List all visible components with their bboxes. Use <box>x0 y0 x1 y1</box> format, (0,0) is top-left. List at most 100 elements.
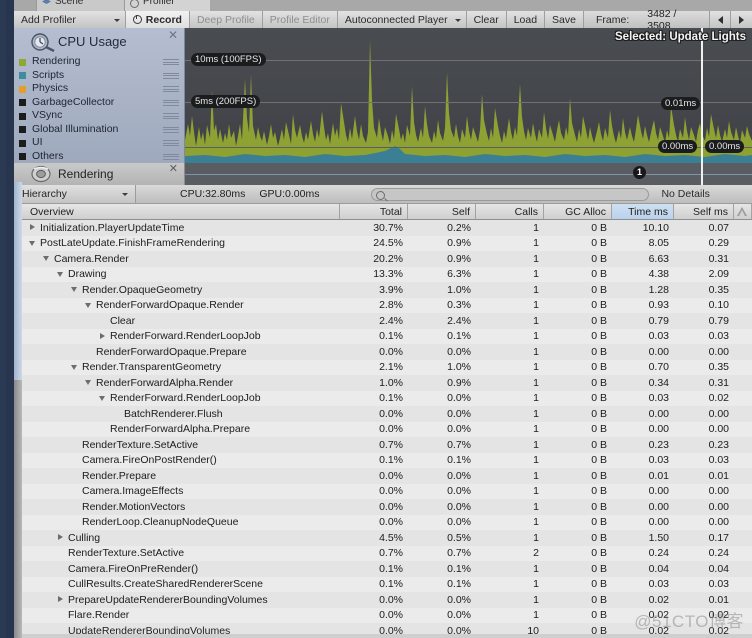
chevron-right-icon[interactable] <box>56 595 65 604</box>
chevron-down-icon[interactable] <box>98 394 107 403</box>
save-button[interactable]: Save <box>545 11 584 28</box>
table-row[interactable]: Camera.Render 20.2% 0.9% 1 0 B 6.63 0.31 <box>22 251 752 267</box>
chevron-right-icon[interactable] <box>56 533 65 542</box>
table-row[interactable]: RenderForwardAlpha.Prepare 0.0% 0.0% 1 0 B 0.… <box>22 421 752 437</box>
table-column-header-warn[interactable] <box>734 204 752 219</box>
row-self-cell: 0.2% <box>447 221 471 234</box>
row-calls-cell: 1 <box>533 454 539 467</box>
table-row[interactable]: RenderForwardOpaque.Prepare 0.0% 0.0% 1 0 B 0… <box>22 344 752 360</box>
add-profiler-dropdown[interactable]: Add Profiler <box>14 11 126 28</box>
legend-item-label: Rendering <box>32 55 81 67</box>
search-field[interactable] <box>371 187 650 201</box>
deep-profile-button[interactable]: Deep Profile <box>189 11 263 28</box>
prev-frame-button[interactable] <box>708 11 731 28</box>
legend-drag-handle-icon[interactable] <box>163 153 179 160</box>
chevron-down-icon[interactable] <box>84 301 93 310</box>
connection-dropdown[interactable]: Autoconnected Player <box>337 11 467 28</box>
legend-item[interactable]: Rendering <box>14 55 184 69</box>
view-mode-dropdown[interactable]: Hierarchy <box>14 185 136 203</box>
frame-cursor-line[interactable] <box>701 28 703 163</box>
table-row[interactable]: RenderTexture.SetActive 0.7% 0.7% 2 0 B 0.24 0… <box>22 545 752 561</box>
legend-item[interactable]: Global Illumination <box>14 123 184 137</box>
table-row[interactable]: PostLateUpdate.FinishFrameRendering 24.5%… <box>22 235 752 252</box>
record-button[interactable]: Record <box>125 11 190 28</box>
legend-drag-handle-icon[interactable] <box>163 99 179 106</box>
row-gc-cell: 0 B <box>591 330 607 343</box>
table-row[interactable]: BatchRenderer.Flush 0.0% 0.0% 1 0 B 0.00 0.00 <box>22 406 752 422</box>
legend-drag-handle-icon[interactable] <box>163 140 179 146</box>
chevron-down-icon[interactable] <box>56 270 65 279</box>
clear-button[interactable]: Clear <box>466 11 507 28</box>
table-row[interactable]: RenderForward.RenderLoopJob 0.1% 0.0% 1 0 B 0… <box>22 390 752 406</box>
row-name-cell: Camera.FireOnPostRender() <box>22 453 340 469</box>
table-row[interactable]: Render.TransparentGeometry 2.1% 1.0% 1 0 B 0.… <box>22 359 752 375</box>
row-gc-cell: 0 B <box>591 361 607 374</box>
legend-drag-handle-icon[interactable] <box>163 59 179 65</box>
row-time-cell: 0.01 <box>648 469 669 482</box>
table-row[interactable]: PrepareUpdateRendererBoundingVolumes 0.0%… <box>22 592 752 608</box>
close-icon[interactable]: ✕ <box>169 163 178 175</box>
table-row[interactable]: Render.OpaqueGeometry 3.9% 1.0% 1 0 B 1.28 0.3… <box>22 282 752 298</box>
table-row[interactable]: Render.Prepare 0.0% 0.0% 1 0 B 0.01 0.01 <box>22 468 752 484</box>
chevron-down-icon[interactable] <box>42 254 51 263</box>
legend-item[interactable]: Physics <box>14 82 184 96</box>
row-gc-cell: 0 B <box>591 268 607 281</box>
table-row[interactable]: RenderForwardAlpha.Render 1.0% 0.9% 1 0 B 0.3… <box>22 375 752 391</box>
load-button[interactable]: Load <box>506 11 546 28</box>
row-gc-cell: 0 B <box>591 485 607 498</box>
row-name-cell: BatchRenderer.Flush <box>22 406 340 422</box>
table-column-header-gc[interactable]: GC Alloc <box>544 204 612 219</box>
next-frame-button[interactable] <box>730 11 752 28</box>
legend-item-label: VSync <box>32 109 63 121</box>
chevron-down-icon[interactable] <box>70 285 79 294</box>
chevron-down-icon[interactable] <box>28 239 37 248</box>
row-warning-cell <box>734 344 752 360</box>
table-row[interactable]: Flare.Render 0.0% 0.0% 1 0 B 0.02 0.02 <box>22 607 752 623</box>
chevron-down-icon[interactable] <box>84 378 93 387</box>
legend-item[interactable]: GarbageCollector <box>14 96 184 110</box>
chevron-down-icon[interactable] <box>70 363 79 372</box>
row-self-cell: 0.1% <box>447 562 471 575</box>
chevron-right-icon[interactable] <box>28 223 37 232</box>
legend-item[interactable]: UI <box>14 136 184 150</box>
table-row[interactable]: Camera.ImageEffects 0.0% 0.0% 1 0 B 0.00 0.00 <box>22 483 752 499</box>
legend-drag-handle-icon[interactable] <box>163 126 179 133</box>
table-column-header-selfms[interactable]: Self ms <box>674 204 734 219</box>
rendering-module-graph[interactable]: 1 <box>185 163 752 185</box>
table-row[interactable]: RenderForwardOpaque.Render 2.8% 0.3% 1 0 B 0.… <box>22 297 752 314</box>
close-icon[interactable]: ✕ <box>168 29 178 41</box>
row-total-cell: 0.0% <box>379 469 403 482</box>
cpu-usage-graph[interactable]: 10ms (100FPS) 5ms (200FPS) 0.01ms 0.00ms… <box>185 28 752 163</box>
table-row[interactable]: RenderForward.RenderLoopJob 0.1% 0.1% 1 0 B 0… <box>22 328 752 344</box>
chevron-right-icon[interactable] <box>98 332 107 341</box>
table-row[interactable]: Initialization.PlayerUpdateTime 30.7% 0.2%… <box>22 220 752 236</box>
left-scroll-track-lower[interactable] <box>14 380 22 638</box>
row-calls-cell: 1 <box>533 423 539 436</box>
profile-editor-button[interactable]: Profile Editor <box>262 11 338 28</box>
table-row[interactable]: Camera.FireOnPreRender() 0.1% 0.1% 1 0 B 0.04… <box>22 561 752 577</box>
legend-drag-handle-icon[interactable] <box>163 72 179 79</box>
legend-item[interactable]: Others <box>14 150 184 164</box>
table-column-header-self[interactable]: Self <box>408 204 476 219</box>
row-selfms-cell: 0.31 <box>708 376 729 389</box>
legend-item[interactable]: VSync <box>14 109 184 123</box>
table-column-header-total[interactable]: Total <box>340 204 408 219</box>
table-row[interactable]: Culling 4.5% 0.5% 1 0 B 1.50 0.17 <box>22 530 752 546</box>
legend-item[interactable]: Scripts <box>14 69 184 83</box>
legend-drag-handle-icon[interactable] <box>163 86 179 92</box>
row-self-cell: 0.9% <box>447 237 471 250</box>
table-row[interactable]: CullResults.CreateSharedRendererScene 0.1… <box>22 576 752 592</box>
row-warning-cell <box>734 453 752 469</box>
legend-drag-handle-icon[interactable] <box>163 113 179 119</box>
table-column-header-time[interactable]: Time ms <box>612 204 674 219</box>
row-name-cell: PostLateUpdate.FinishFrameRendering <box>22 236 340 252</box>
table-row[interactable]: Clear 2.4% 2.4% 1 0 B 0.79 0.79 <box>22 313 752 329</box>
table-column-header-calls[interactable]: Calls <box>476 204 544 219</box>
table-row[interactable]: RenderLoop.CleanupNodeQueue 0.0% 0.0% 1 0 B 0… <box>22 514 752 530</box>
table-row[interactable]: RenderTexture.SetActive 0.7% 0.7% 1 0 B 0.23 0… <box>22 437 752 453</box>
table-row[interactable]: Drawing 13.3% 6.3% 1 0 B 4.38 2.09 <box>22 266 752 282</box>
row-warning-cell <box>734 298 752 314</box>
table-row[interactable]: Render.MotionVectors 0.0% 0.0% 1 0 B 0.00 0.00 <box>22 499 752 515</box>
table-column-header-name[interactable]: Overview <box>22 204 340 219</box>
table-row[interactable]: Camera.FireOnPostRender() 0.1% 0.1% 1 0 B 0.0… <box>22 452 752 469</box>
